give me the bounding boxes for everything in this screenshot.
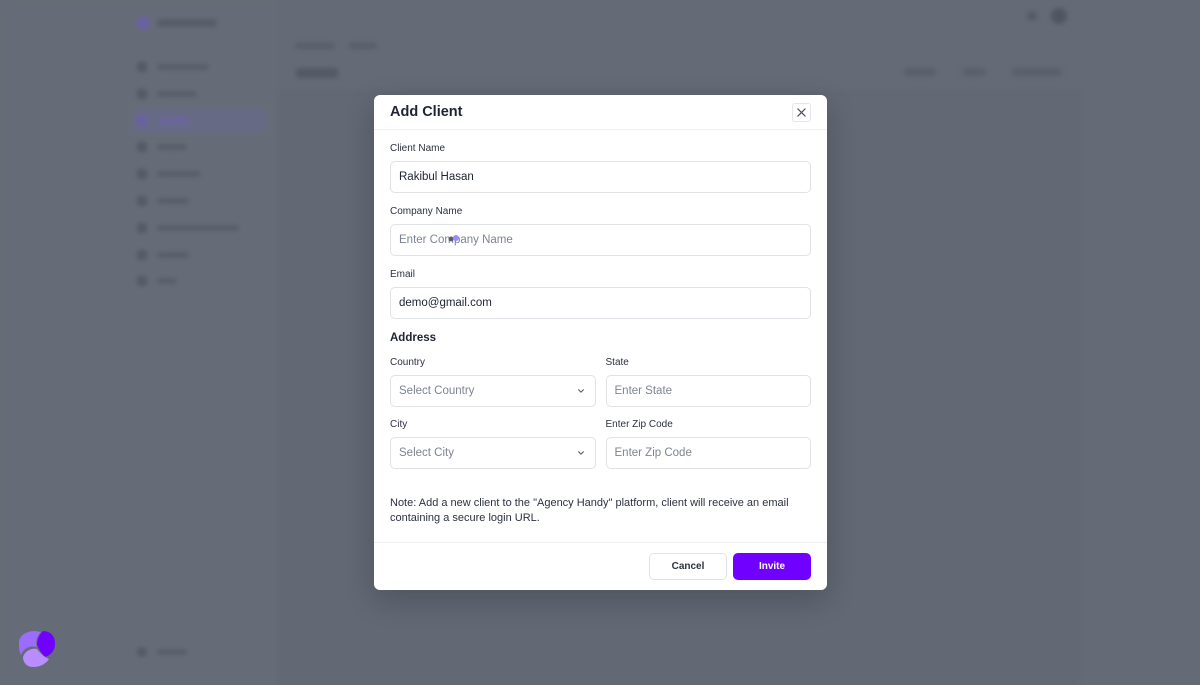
city-select-value: Select City	[399, 447, 454, 459]
sidebar-item[interactable]	[132, 189, 267, 213]
nav-icon	[137, 62, 147, 72]
state-label: State	[605, 357, 629, 368]
invite-button[interactable]: Invite	[733, 553, 811, 580]
nav-icon	[137, 249, 147, 260]
address-section-title: Address	[390, 332, 437, 344]
app-logo	[137, 17, 217, 29]
notification-icon[interactable]	[1027, 11, 1037, 21]
avatar[interactable]	[1051, 8, 1067, 24]
state-input[interactable]	[605, 375, 811, 407]
sidebar-item-clients[interactable]	[132, 108, 267, 133]
nav-icon	[137, 276, 147, 287]
page-title	[296, 68, 338, 78]
sidebar-item[interactable]	[132, 135, 267, 159]
topbar-icons	[1027, 8, 1067, 24]
company-name-label: Company Name	[390, 206, 463, 217]
city-select[interactable]: Select City	[390, 437, 596, 469]
country-select[interactable]: Select Country	[390, 375, 596, 407]
modal-body: Client Name Company Name Email Address C…	[374, 143, 827, 526]
client-name-label: Client Name	[390, 143, 446, 154]
gear-icon	[137, 647, 147, 657]
brand-logo-icon	[19, 631, 55, 667]
nav-icon	[137, 142, 147, 153]
invite-note: Note: Add a new client to the "Agency Ha…	[390, 497, 789, 524]
sidebar-item[interactable]	[132, 216, 267, 240]
zip-label: Enter Zip Code	[605, 419, 673, 430]
address-row-1: Country Select Country State	[390, 345, 811, 407]
sidebar-item[interactable]	[132, 269, 267, 293]
country-label: Country	[390, 357, 426, 368]
modal-title: Add Client	[390, 104, 463, 120]
email-input[interactable]	[390, 287, 811, 319]
nav-icon	[137, 222, 147, 233]
chevron-down-icon	[577, 389, 584, 393]
sidebar-settings[interactable]	[137, 647, 187, 657]
sidebar-item[interactable]	[132, 243, 267, 267]
sidebar-item[interactable]	[132, 162, 267, 186]
nav-icon	[137, 88, 147, 99]
company-name-input[interactable]	[390, 224, 811, 256]
client-name-input[interactable]	[390, 161, 811, 193]
page-actions	[904, 68, 1062, 76]
modal-footer: Cancel Invite	[374, 542, 827, 590]
nav-icon	[137, 195, 147, 206]
chevron-down-icon	[577, 451, 584, 455]
cancel-button[interactable]: Cancel	[649, 553, 727, 580]
nav-icon	[137, 115, 147, 126]
country-select-value: Select Country	[399, 385, 475, 397]
breadcrumb	[295, 43, 377, 49]
close-button[interactable]	[792, 102, 811, 122]
sidebar-nav	[132, 55, 267, 296]
nav-icon	[137, 169, 147, 180]
zip-input[interactable]	[605, 437, 811, 469]
email-label: Email	[390, 269, 416, 280]
close-icon	[797, 107, 806, 117]
address-row-2: City Select City Enter Zip Code	[390, 407, 811, 469]
modal-header: Add Client	[374, 95, 827, 130]
add-client-modal: Add Client Client Name Company Name Emai…	[374, 95, 827, 590]
sidebar-item[interactable]	[132, 55, 267, 79]
sidebar-item[interactable]	[132, 82, 267, 106]
city-label: City	[390, 419, 408, 430]
